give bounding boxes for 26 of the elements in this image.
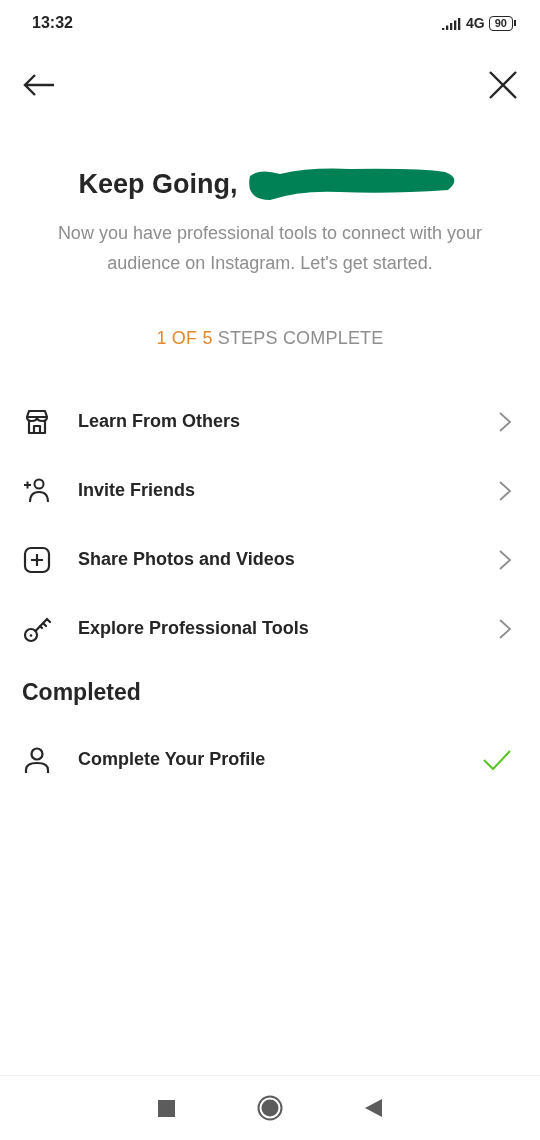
section-heading: Completed bbox=[22, 679, 142, 706]
chevron-icon bbox=[498, 479, 512, 502]
signal-icon bbox=[442, 16, 463, 30]
close-button[interactable] bbox=[488, 70, 518, 100]
task-item[interactable]: Invite Friends bbox=[0, 456, 540, 525]
intro-text: Now you have professional tools to connect with your audience on Instagram. Let's get started. bbox=[56, 222, 484, 275]
back-button[interactable] bbox=[22, 72, 56, 98]
task-item[interactable]: Explore Professional Tools bbox=[0, 594, 540, 663]
chevron-icon bbox=[498, 548, 512, 571]
recents-button[interactable] bbox=[158, 1099, 175, 1117]
back-nav-button[interactable] bbox=[365, 1099, 382, 1117]
chevron-icon bbox=[498, 410, 512, 433]
check-icon bbox=[482, 748, 512, 771]
network-type: 4G bbox=[466, 15, 485, 31]
page-title: Keep Going, bbox=[78, 168, 238, 200]
task-item[interactable]: Share Photos and Videos bbox=[0, 525, 540, 594]
task-item[interactable]: Complete Your Profile bbox=[0, 725, 540, 794]
person-icon bbox=[22, 744, 52, 775]
clock-time: 13:32 bbox=[32, 14, 74, 32]
chevron-icon bbox=[498, 617, 512, 640]
task-item[interactable]: Learn From Others bbox=[0, 387, 540, 456]
home-button[interactable] bbox=[257, 1095, 283, 1121]
battery-indicator: 90 bbox=[488, 15, 516, 31]
progress-label: STEPS COMPLETE bbox=[217, 328, 384, 349]
add-square-icon bbox=[22, 544, 52, 575]
progress-count: 1 OF 5 bbox=[156, 328, 213, 349]
